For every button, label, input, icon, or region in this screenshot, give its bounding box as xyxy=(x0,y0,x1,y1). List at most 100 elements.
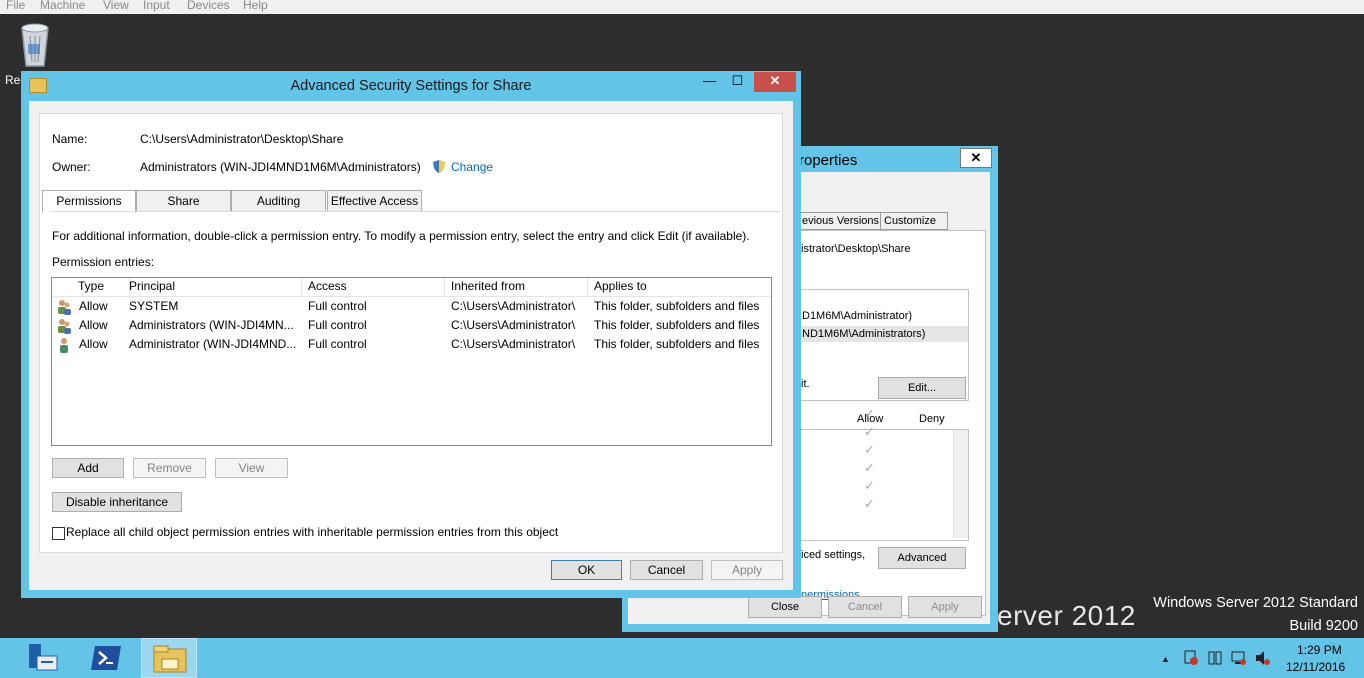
close-window-button[interactable]: ✕ xyxy=(754,72,796,92)
tab-customize[interactable]: Customize xyxy=(880,212,948,230)
taskbar: ▲ 1:29 PM 12/11/2016 xyxy=(0,638,1364,678)
disable-inheritance-button[interactable]: Disable inheritance xyxy=(52,492,182,512)
properties-content: istrator\Desktop\Share D1M6M\Administrat… xyxy=(798,230,986,616)
close-button[interactable]: Close xyxy=(748,596,822,618)
cancel-button[interactable]: Cancel xyxy=(828,596,902,618)
cell-applies: This folder, subfolders and files xyxy=(594,299,760,313)
advanced-button[interactable]: Advanced xyxy=(878,547,966,569)
volume-icon[interactable] xyxy=(1255,650,1271,666)
recycle-bin-icon[interactable] xyxy=(14,22,56,68)
table-row[interactable]: Allow SYSTEM Full control C:\Users\Admin… xyxy=(52,297,771,316)
replace-child-label: Replace all child object permission entr… xyxy=(66,525,559,539)
dialog-title: Advanced Security Settings for Share xyxy=(290,78,532,94)
column-access[interactable]: Access xyxy=(302,278,445,296)
tab-effective-access[interactable]: Effective Access xyxy=(327,190,422,212)
name-value: C:\Users\Administrator\Desktop\Share xyxy=(140,132,344,146)
change-owner-link[interactable]: Change xyxy=(451,160,493,174)
dialog-panel: Name: C:\Users\Administrator\Desktop\Sha… xyxy=(39,113,783,553)
replace-child-checkbox[interactable] xyxy=(52,527,65,540)
remove-button[interactable]: Remove xyxy=(133,458,206,478)
maximize-button[interactable]: ☐ xyxy=(724,72,751,92)
powershell-button[interactable] xyxy=(78,638,134,678)
allow-check-icon: ✓ xyxy=(864,460,875,475)
menu-machine[interactable]: Machine xyxy=(40,0,85,12)
owner-value: Administrators (WIN-JDI4MND1M6M\Administ… xyxy=(140,160,421,174)
cancel-button[interactable]: Cancel xyxy=(630,560,703,580)
watermark-brand: erver 2012 xyxy=(997,600,1136,631)
show-hidden-icons-button[interactable]: ▲ xyxy=(1161,654,1170,664)
cell-access: Full control xyxy=(308,318,367,332)
permission-entries-list[interactable]: Type Principal Access Inherited from App… xyxy=(51,277,772,446)
users-group-icon xyxy=(58,319,71,334)
apply-button[interactable]: Apply xyxy=(711,560,783,580)
user-icon xyxy=(60,338,68,353)
column-applies-to[interactable]: Applies to xyxy=(588,278,771,296)
apply-button[interactable]: Apply xyxy=(908,596,982,618)
network-icon[interactable] xyxy=(1231,650,1247,666)
column-type[interactable]: Type xyxy=(72,278,130,296)
clock-time[interactable]: 1:29 PM xyxy=(1297,643,1342,657)
tab-auditing[interactable]: Auditing xyxy=(231,190,326,212)
tab-previous-versions[interactable]: evious Versions xyxy=(798,212,884,230)
permission-entries-label: Permission entries: xyxy=(52,255,155,269)
cell-type: Allow xyxy=(79,299,108,313)
properties-close-button[interactable]: ✕ xyxy=(960,148,992,168)
tab-divider xyxy=(50,211,780,212)
uac-shield-icon xyxy=(433,160,445,173)
minimize-button[interactable]: — xyxy=(696,72,723,92)
table-row[interactable]: Allow Administrator (WIN-JDI4MND... Full… xyxy=(52,335,771,354)
storage-icon[interactable] xyxy=(1207,650,1223,666)
cell-access: Full control xyxy=(308,299,367,313)
properties-path: istrator\Desktop\Share xyxy=(801,243,911,255)
watermark-build: Build 9200 xyxy=(1289,618,1358,634)
file-explorer-icon xyxy=(153,645,187,673)
permission-scrollbar[interactable] xyxy=(953,430,968,538)
tab-share[interactable]: Share xyxy=(136,190,231,212)
menu-help[interactable]: Help xyxy=(243,0,268,12)
advanced-hint: iced settings, xyxy=(801,549,866,561)
user-item[interactable]: D1M6M\Administrator) xyxy=(802,310,912,322)
cell-principal: Administrator (WIN-JDI4MND... xyxy=(129,337,297,351)
cell-applies: This folder, subfolders and files xyxy=(594,337,760,351)
user-item-selected[interactable]: ND1M6M\Administrators) xyxy=(800,326,968,342)
allow-check-icon: ✓ xyxy=(864,424,875,439)
view-button[interactable]: View xyxy=(215,458,288,478)
allow-check-icon: ✓ xyxy=(864,496,875,511)
column-deny: Deny xyxy=(919,413,945,425)
file-explorer-button[interactable] xyxy=(141,638,197,678)
cell-inherited: C:\Users\Administrator\ xyxy=(451,318,576,332)
table-row[interactable]: Allow Administrators (WIN-JDI4MN... Full… xyxy=(52,316,771,335)
menu-input[interactable]: Input xyxy=(143,0,170,12)
info-text: For additional information, double-click… xyxy=(52,229,750,243)
menu-file[interactable]: File xyxy=(6,0,25,12)
menu-devices[interactable]: Devices xyxy=(187,0,230,12)
tab-permissions[interactable]: Permissions xyxy=(42,190,136,213)
server-manager-button[interactable] xyxy=(16,638,72,678)
vm-menubar: File Machine View Input Devices Help xyxy=(0,0,1364,14)
ok-button[interactable]: OK xyxy=(551,560,622,580)
add-button[interactable]: Add xyxy=(52,458,124,478)
column-inherited-from[interactable]: Inherited from xyxy=(445,278,588,296)
cell-applies: This folder, subfolders and files xyxy=(594,318,760,332)
cell-inherited: C:\Users\Administrator\ xyxy=(451,299,576,313)
cell-principal: SYSTEM xyxy=(129,299,179,313)
allow-check-icon: ✓ xyxy=(864,478,875,493)
clock-date[interactable]: 12/11/2016 xyxy=(1286,660,1345,674)
watermark-edition: Windows Server 2012 Standard xyxy=(1153,595,1358,611)
menu-view[interactable]: View xyxy=(103,0,129,12)
allow-check-icon: ✓ xyxy=(864,442,875,457)
column-principal[interactable]: Principal xyxy=(123,278,302,296)
server-manager-icon xyxy=(29,644,58,671)
owner-label: Owner: xyxy=(52,160,91,174)
advanced-security-dialog: Advanced Security Settings for Share — ☐… xyxy=(21,71,801,598)
cell-principal: Administrators (WIN-JDI4MN... xyxy=(129,318,294,332)
action-center-icon[interactable] xyxy=(1183,650,1199,666)
permission-list[interactable] xyxy=(799,429,969,541)
dialog-body: Name: C:\Users\Administrator\Desktop\Sha… xyxy=(29,101,793,590)
cell-inherited: C:\Users\Administrator\ xyxy=(451,337,576,351)
users-group-icon xyxy=(58,300,71,315)
cell-type: Allow xyxy=(79,318,108,332)
cell-access: Full control xyxy=(308,337,367,351)
edit-button[interactable]: Edit... xyxy=(878,377,966,399)
properties-title: roperties xyxy=(799,152,858,169)
